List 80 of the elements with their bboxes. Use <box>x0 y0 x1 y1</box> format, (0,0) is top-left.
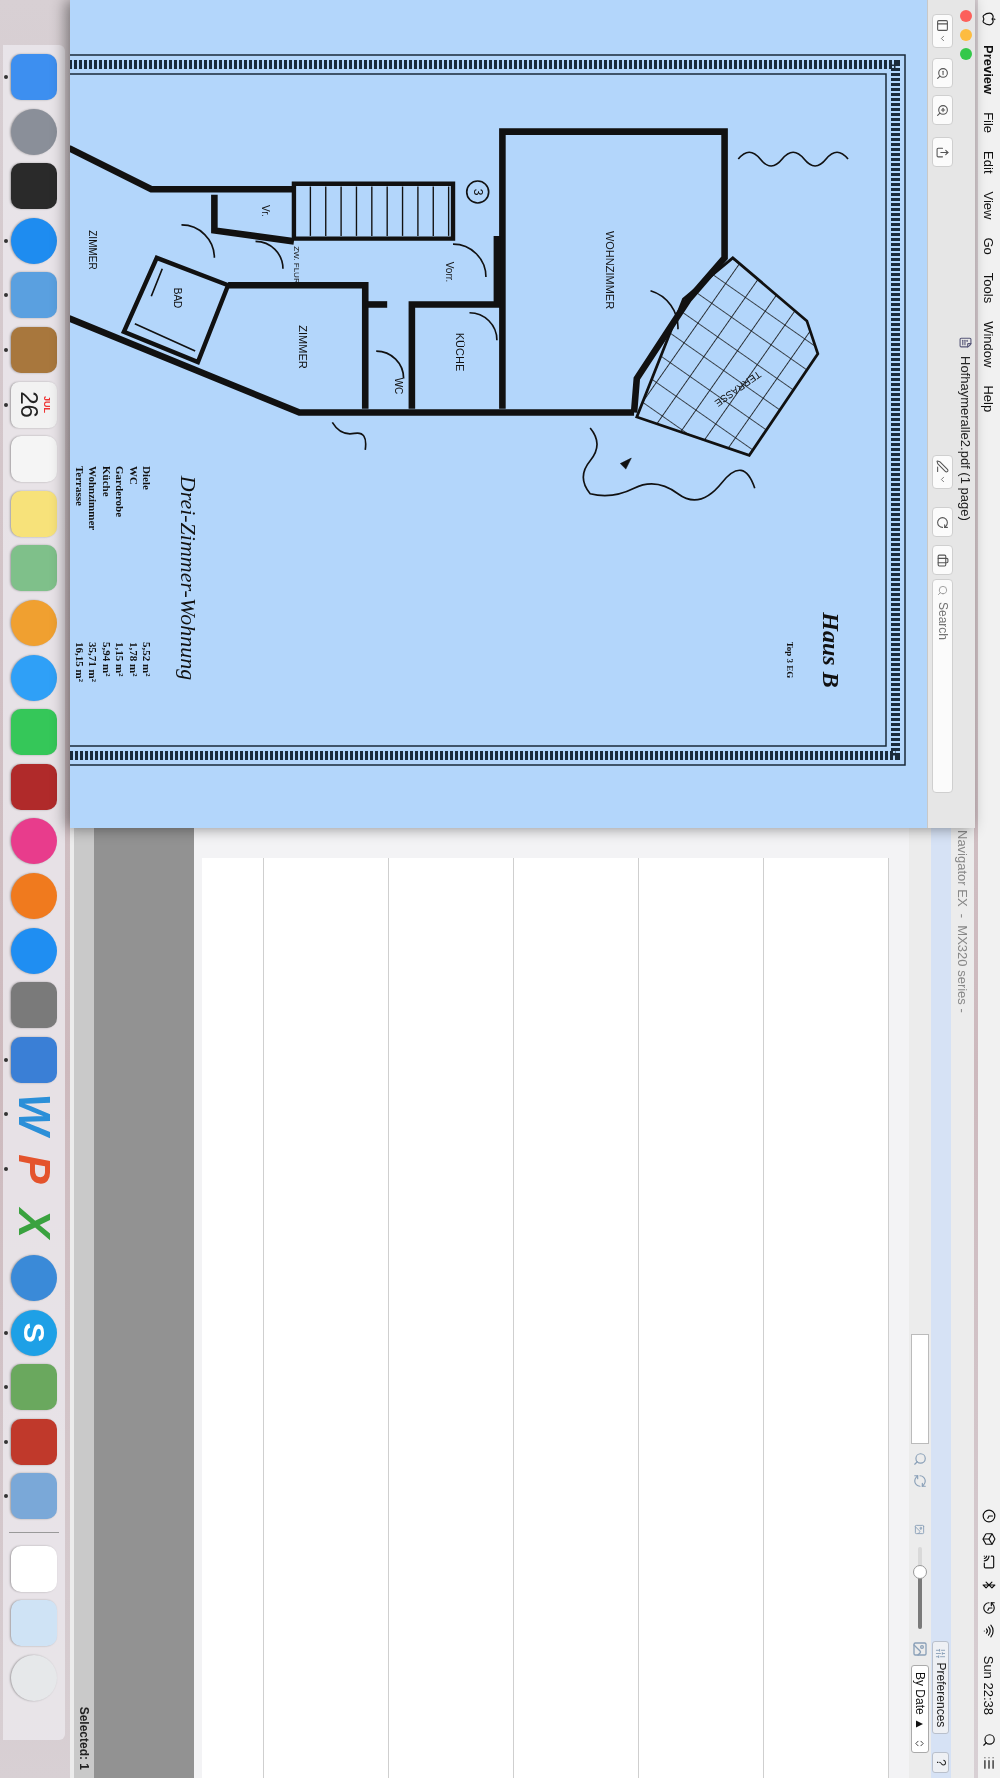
wifi-icon[interactable] <box>982 1623 996 1638</box>
slider-thumb[interactable] <box>913 1564 927 1579</box>
sort-dropdown[interactable]: By Date ▲ <box>911 1665 929 1753</box>
app-menu[interactable]: Preview <box>981 36 997 104</box>
sliders-icon <box>935 1647 947 1659</box>
zoom-out-icon <box>936 66 950 80</box>
small-image-icon <box>914 1524 926 1535</box>
status-text: Selected: 1 <box>74 828 94 1778</box>
markup-button[interactable] <box>932 455 954 489</box>
room-label: ZIMMER <box>87 230 98 270</box>
share-button[interactable] <box>932 137 954 167</box>
search-field[interactable] <box>911 1334 929 1444</box>
preferences-button[interactable]: Preferences <box>932 1640 950 1735</box>
help-button[interactable]: ? <box>932 1752 950 1773</box>
app-icon[interactable] <box>11 163 57 210</box>
menu-item[interactable]: Window <box>981 312 997 377</box>
magnifier-icon[interactable] <box>913 1452 927 1466</box>
apple-icon[interactable] <box>982 12 996 26</box>
zoom-in-icon <box>936 103 950 117</box>
entry-number: 3 <box>471 188 485 196</box>
room-label: WOHNZIMMER <box>604 230 616 310</box>
room-label: Vr. <box>260 205 271 217</box>
rotate-button[interactable] <box>932 507 954 537</box>
clock-icon[interactable] <box>982 1508 996 1523</box>
calendar-day: 26 <box>16 391 42 418</box>
menu-item[interactable]: Help <box>981 376 997 422</box>
area-value: 35,71 m² <box>87 642 99 682</box>
pen-icon <box>936 460 950 473</box>
large-image-icon <box>912 1641 928 1657</box>
menu-item[interactable]: File <box>981 103 997 143</box>
room-label: WC <box>393 377 404 395</box>
search-field[interactable]: Search <box>932 579 954 793</box>
area-label: Garderobe <box>114 466 126 518</box>
menu-item[interactable]: Go <box>981 228 997 264</box>
unit-label: Top 3 EG <box>785 641 795 679</box>
rotate-icon <box>936 515 950 529</box>
menu-item[interactable]: Edit <box>981 142 997 183</box>
area-value: 5,94 m² <box>100 642 113 677</box>
close-button[interactable] <box>960 10 972 22</box>
area-value: 16,15 m² <box>73 642 86 682</box>
area-label: Terrasse <box>73 466 86 506</box>
stepper-icon <box>914 1738 926 1749</box>
list-icon[interactable] <box>982 1756 996 1770</box>
calendar-month: JUL <box>42 396 52 414</box>
room-label: Vorr. <box>444 261 455 283</box>
zoom-out-button[interactable] <box>932 58 954 88</box>
sidebar-button[interactable] <box>932 14 954 48</box>
area-value: 5,52 m² <box>141 642 153 677</box>
area-label: WC <box>127 466 140 485</box>
room-label: KÜCHE <box>454 332 466 372</box>
zoom-in-button[interactable] <box>932 95 954 125</box>
history-icon[interactable] <box>982 1600 996 1615</box>
share-icon <box>936 145 950 159</box>
search-icon[interactable] <box>982 1733 996 1747</box>
document-icon[interactable] <box>11 1545 57 1592</box>
area-label: Wohnzimmer <box>87 466 99 531</box>
area-label: Küche <box>100 466 113 497</box>
sidebar-icon <box>936 19 950 32</box>
app-icon[interactable] <box>11 763 57 810</box>
menu-clock[interactable]: Sun 22:38 <box>981 1646 997 1724</box>
menu-item[interactable]: Tools <box>981 263 997 313</box>
room-label: BAD <box>172 287 183 309</box>
area-value: 1,78 m² <box>127 642 140 677</box>
calendar-icon[interactable]: JUL 26 <box>11 381 57 428</box>
refresh-icon[interactable] <box>913 1474 927 1488</box>
window-title: Hofhaymeralle2.pdf (1 page) <box>958 356 974 521</box>
area-value: 1,15 m² <box>114 642 126 677</box>
display-icon[interactable] <box>982 1554 996 1569</box>
box-icon[interactable] <box>982 1531 996 1546</box>
room-label: ZIMMER <box>297 325 309 369</box>
plan-title: Drei-Zimmer-Wohnung <box>176 475 201 681</box>
zoom-button[interactable] <box>960 48 972 60</box>
toolbox-button[interactable] <box>932 545 954 575</box>
menu-item[interactable]: View <box>981 182 997 229</box>
document-icon <box>959 336 973 349</box>
window-title: Navigator EX - MX320 series - <box>954 829 971 1015</box>
toolbox-icon <box>936 553 950 567</box>
search-icon <box>937 585 949 596</box>
area-label: Diele <box>141 466 153 490</box>
house-name: Haus B <box>818 612 844 688</box>
